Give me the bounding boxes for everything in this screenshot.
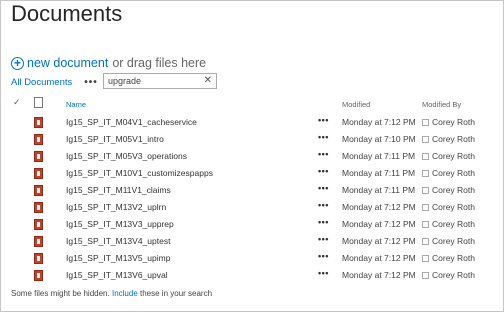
table-row[interactable]: Ig15_SP_IT_M11V1_claims ••• Monday at 7:… xyxy=(1,182,504,199)
powerpoint-file-icon xyxy=(34,151,43,162)
powerpoint-file-icon xyxy=(34,168,43,179)
powerpoint-file-icon xyxy=(34,117,43,128)
search-box: ✕ xyxy=(103,73,217,89)
powerpoint-file-icon xyxy=(34,219,43,230)
presence-icon xyxy=(422,136,429,143)
presence-icon xyxy=(422,170,429,177)
modified-date: Monday at 7:11 PM xyxy=(342,168,416,178)
row-more-button[interactable]: ••• xyxy=(318,234,329,244)
presence-icon xyxy=(422,187,429,194)
table-row[interactable]: Ig15_SP_IT_M05V1_intro ••• Monday at 7:1… xyxy=(1,131,504,148)
table-row[interactable]: Ig15_SP_IT_M13V4_uptest ••• Monday at 7:… xyxy=(1,233,504,250)
powerpoint-file-icon xyxy=(34,202,43,213)
powerpoint-file-icon xyxy=(34,270,43,281)
file-name-link[interactable]: Ig15_SP_IT_M13V5_upimp xyxy=(66,253,170,263)
view-selector: All Documents ••• xyxy=(11,74,98,90)
powerpoint-file-icon xyxy=(34,134,43,145)
presence-icon xyxy=(422,153,429,160)
modified-by-user[interactable]: Corey Roth xyxy=(432,168,475,178)
presence-icon xyxy=(422,238,429,245)
row-more-button[interactable]: ••• xyxy=(318,268,329,278)
column-header-modified-by[interactable]: Modified By xyxy=(422,100,461,109)
column-header-name[interactable]: Name xyxy=(66,100,86,109)
file-name-link[interactable]: Ig15_SP_IT_M13V3_upprep xyxy=(66,219,174,229)
app-window: Documents + new document or drag files h… xyxy=(0,0,504,312)
file-name-link[interactable]: Ig15_SP_IT_M11V1_claims xyxy=(66,185,171,195)
modified-date: Monday at 7:12 PM xyxy=(342,117,416,127)
modified-date: Monday at 7:12 PM xyxy=(342,253,416,263)
powerpoint-file-icon xyxy=(34,236,43,247)
presence-icon xyxy=(422,272,429,279)
modified-date: Monday at 7:11 PM xyxy=(342,185,416,195)
new-document-bar: + new document or drag files here xyxy=(11,55,206,71)
modified-by-user[interactable]: Corey Roth xyxy=(432,236,475,246)
modified-date: Monday at 7:12 PM xyxy=(342,219,416,229)
modified-by-user[interactable]: Corey Roth xyxy=(432,219,475,229)
table-row[interactable]: Ig15_SP_IT_M13V2_uplrn ••• Monday at 7:1… xyxy=(1,199,504,216)
page-title: Documents xyxy=(11,1,123,26)
clear-search-icon[interactable]: ✕ xyxy=(204,76,212,86)
presence-icon xyxy=(422,204,429,211)
modified-by-user[interactable]: Corey Roth xyxy=(432,270,475,280)
row-more-button[interactable]: ••• xyxy=(318,183,329,193)
table-row[interactable]: Ig15_SP_IT_M04V1_cacheservice ••• Monday… xyxy=(1,114,504,131)
table-row[interactable]: Ig15_SP_IT_M05V3_operations ••• Monday a… xyxy=(1,148,504,165)
modified-date: Monday at 7:12 PM xyxy=(342,236,416,246)
search-input[interactable] xyxy=(104,74,203,88)
plus-circle-icon[interactable]: + xyxy=(11,56,24,70)
hidden-files-suffix: these in your search xyxy=(140,289,213,298)
include-link[interactable]: Include xyxy=(112,289,138,298)
row-more-button[interactable]: ••• xyxy=(318,251,329,261)
drag-files-hint: or drag files here xyxy=(112,56,207,70)
modified-by-user[interactable]: Corey Roth xyxy=(432,117,475,127)
file-name-link[interactable]: Ig15_SP_IT_M05V1_intro xyxy=(66,134,164,144)
presence-icon xyxy=(422,255,429,262)
powerpoint-file-icon xyxy=(34,185,43,196)
table-row[interactable]: Ig15_SP_IT_M13V6_upval ••• Monday at 7:1… xyxy=(1,267,504,284)
select-all-check-icon[interactable]: ✓ xyxy=(13,97,21,108)
more-views-button[interactable]: ••• xyxy=(84,77,98,88)
modified-by-user[interactable]: Corey Roth xyxy=(432,253,475,263)
modified-date: Monday at 7:12 PM xyxy=(342,202,416,212)
modified-by-user[interactable]: Corey Roth xyxy=(432,134,475,144)
presence-icon xyxy=(422,221,429,228)
table-row[interactable]: Ig15_SP_IT_M13V3_upprep ••• Monday at 7:… xyxy=(1,216,504,233)
document-list: Ig15_SP_IT_M04V1_cacheservice ••• Monday… xyxy=(1,114,504,284)
powerpoint-file-icon xyxy=(34,253,43,264)
table-row[interactable]: Ig15_SP_IT_M13V5_upimp ••• Monday at 7:1… xyxy=(1,250,504,267)
modified-by-user[interactable]: Corey Roth xyxy=(432,185,475,195)
hidden-files-notice: Some files might be hidden. Include thes… xyxy=(11,289,212,298)
row-more-button[interactable]: ••• xyxy=(318,166,329,176)
hidden-files-text: Some files might be hidden. xyxy=(11,289,110,298)
table-row[interactable]: Ig15_SP_IT_M10V1_customizespapps ••• Mon… xyxy=(1,165,504,182)
file-name-link[interactable]: Ig15_SP_IT_M10V1_customizespapps xyxy=(66,168,213,178)
modified-date: Monday at 7:11 PM xyxy=(342,151,416,161)
row-more-button[interactable]: ••• xyxy=(318,149,329,159)
row-more-button[interactable]: ••• xyxy=(318,200,329,210)
file-name-link[interactable]: Ig15_SP_IT_M05V3_operations xyxy=(66,151,187,161)
modified-date: Monday at 7:10 PM xyxy=(342,134,416,144)
row-more-button[interactable]: ••• xyxy=(318,217,329,227)
column-header-modified[interactable]: Modified xyxy=(342,100,370,109)
modified-by-user[interactable]: Corey Roth xyxy=(432,202,475,212)
file-name-link[interactable]: Ig15_SP_IT_M04V1_cacheservice xyxy=(66,117,197,127)
file-name-link[interactable]: Ig15_SP_IT_M13V4_uptest xyxy=(66,236,170,246)
document-type-icon xyxy=(34,97,43,108)
file-name-link[interactable]: Ig15_SP_IT_M13V6_upval xyxy=(66,270,168,280)
presence-icon xyxy=(422,119,429,126)
file-name-link[interactable]: Ig15_SP_IT_M13V2_uplrn xyxy=(66,202,166,212)
view-all-documents[interactable]: All Documents xyxy=(11,77,72,88)
row-more-button[interactable]: ••• xyxy=(318,115,329,125)
new-document-link[interactable]: new document xyxy=(27,56,108,70)
row-more-button[interactable]: ••• xyxy=(318,132,329,142)
modified-by-user[interactable]: Corey Roth xyxy=(432,151,475,161)
modified-date: Monday at 7:12 PM xyxy=(342,270,416,280)
